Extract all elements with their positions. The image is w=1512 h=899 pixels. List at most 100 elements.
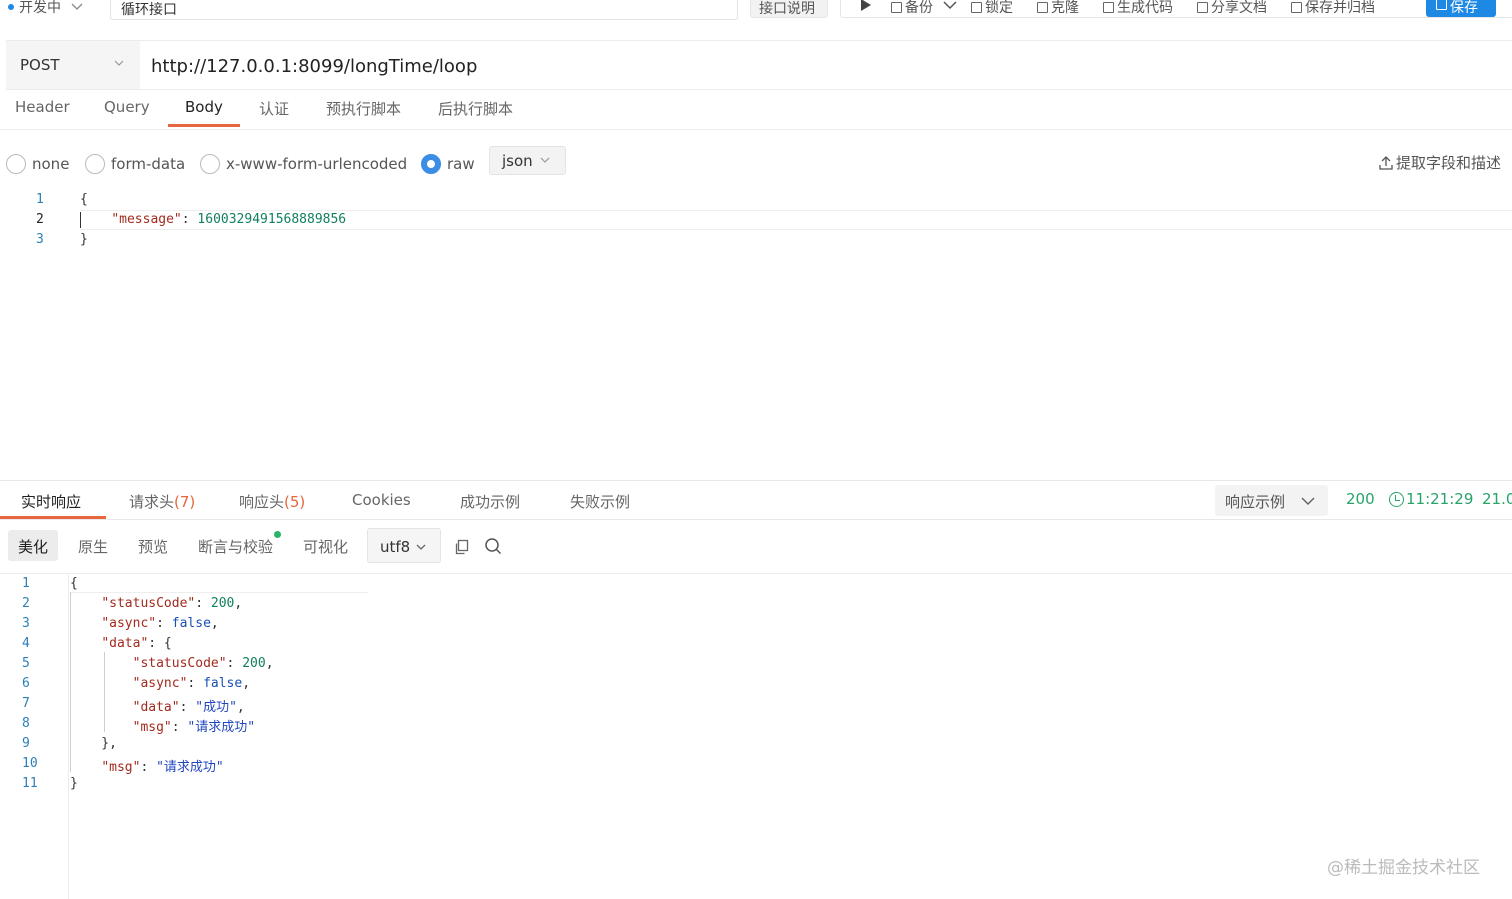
run-icon[interactable]: [861, 0, 871, 15]
chevron-down-icon: [416, 544, 426, 550]
view-raw[interactable]: 原生: [68, 530, 118, 561]
json-number: 200: [242, 656, 266, 671]
extract-fields-label: 提取字段和描述: [1396, 154, 1502, 172]
watermark: @稀土掘金技术社区: [1327, 858, 1480, 878]
json-boolean: false: [171, 616, 211, 631]
raw-format-select[interactable]: json: [489, 146, 566, 175]
active-tab-indicator: [168, 124, 240, 127]
radio-circle: [200, 154, 220, 174]
share-doc-button[interactable]: 分享文档: [1197, 0, 1267, 17]
tab-auth[interactable]: 认证: [259, 98, 289, 130]
lock-button[interactable]: 锁定: [971, 0, 1013, 17]
json-key: "data": [101, 636, 149, 651]
json-key: "message": [111, 212, 182, 227]
tab-success-example[interactable]: 成功示例: [460, 491, 520, 512]
radio-form-data-label: form-data: [111, 155, 186, 173]
tab-request-headers-label: 请求头: [129, 493, 175, 511]
code-line: "statusCode": 200,: [132, 656, 274, 671]
line-number: 9: [22, 736, 30, 751]
encoding-select[interactable]: utf8: [367, 528, 441, 563]
radio-urlencoded[interactable]: x-www-form-urlencoded: [200, 154, 407, 174]
url-input[interactable]: http://127.0.0.1:8099/longTime/loop: [140, 41, 1512, 89]
response-view-row: 美化 原生 预览 断言与校验 可视化 utf8: [0, 526, 1512, 574]
radio-circle: [6, 154, 26, 174]
backup-icon: [891, 1, 902, 13]
api-name-input[interactable]: 循环接口: [110, 0, 738, 20]
save-archive-button[interactable]: 保存并归档: [1291, 0, 1375, 17]
response-body-viewer[interactable]: 1 2 3 4 5 6 7 8 9 10 11 { "statusCode": …: [0, 574, 1512, 899]
json-key: "msg": [132, 720, 172, 735]
tab-pre-script[interactable]: 预执行脚本: [326, 98, 401, 130]
request-body-editor[interactable]: 1 2 3 { "message": 1600329491568889856 }: [0, 188, 1512, 478]
clone-button[interactable]: 克隆: [1037, 0, 1079, 17]
status-select[interactable]: 开发中: [8, 0, 104, 20]
tab-live-response[interactable]: 实时响应: [21, 491, 81, 512]
radio-raw-label: raw: [447, 155, 475, 173]
json-boolean: false: [203, 676, 243, 691]
copy-icon[interactable]: [454, 539, 470, 555]
line-number: 1: [22, 576, 30, 591]
response-time-value: 11:21:29: [1406, 490, 1474, 508]
generate-code-button[interactable]: 生成代码: [1103, 0, 1173, 17]
response-example-select[interactable]: 响应示例: [1215, 485, 1328, 516]
tab-cookies[interactable]: Cookies: [352, 491, 411, 509]
code-open-brace: {: [80, 192, 88, 207]
backup-dropdown-icon[interactable]: [943, 0, 957, 14]
code-line: "async": false,: [132, 676, 251, 691]
code-close-brace: }: [80, 232, 88, 247]
view-preview[interactable]: 预览: [128, 530, 178, 561]
code-line: "msg": "请求成功": [132, 720, 256, 735]
json-key: "msg": [101, 760, 141, 775]
tab-response-headers-label: 响应头: [239, 493, 285, 511]
gutter-divider: [68, 574, 69, 899]
lock-icon: [971, 1, 982, 13]
lock-label: 锁定: [985, 0, 1013, 16]
status-label: 开发中: [19, 0, 61, 16]
code-line: "async": false,: [101, 616, 219, 631]
code-open-brace: {: [70, 576, 78, 591]
api-doc-button[interactable]: 接口说明: [750, 0, 828, 18]
tab-response-headers[interactable]: 响应头(5): [239, 491, 305, 512]
radio-form-data[interactable]: form-data: [85, 154, 185, 174]
chevron-down-icon: [114, 60, 124, 66]
tab-post-script[interactable]: 后执行脚本: [438, 98, 513, 130]
json-number: 1600329491568889856: [197, 212, 347, 227]
code-line: "statusCode": 200,: [101, 596, 243, 611]
line-number: 8: [22, 716, 30, 731]
backup-button[interactable]: 备份: [891, 0, 933, 17]
json-key: "statusCode": [132, 656, 227, 671]
status-code: 200: [1346, 490, 1375, 508]
line-number: 4: [22, 636, 30, 651]
view-assertions[interactable]: 断言与校验: [188, 530, 283, 561]
search-icon[interactable]: [484, 537, 502, 555]
method-select[interactable]: POST: [6, 41, 140, 89]
status-dot: [8, 4, 14, 10]
text-caret: [80, 212, 81, 228]
tab-header[interactable]: Header: [15, 98, 70, 130]
tab-fail-example[interactable]: 失败示例: [570, 491, 630, 512]
json-string: "请求成功": [187, 720, 256, 735]
response-example-label: 响应示例: [1225, 493, 1286, 511]
chevron-down-icon: [540, 157, 550, 163]
line-number: 7: [22, 696, 30, 711]
url-bar: POST http://127.0.0.1:8099/longTime/loop: [6, 40, 1512, 90]
code-icon: [1103, 1, 1114, 13]
method-label: POST: [20, 56, 60, 74]
view-pretty[interactable]: 美化: [8, 530, 59, 561]
save-button[interactable]: 保存: [1426, 0, 1496, 17]
view-visualize[interactable]: 可视化: [293, 530, 358, 561]
tab-query[interactable]: Query: [104, 98, 150, 130]
tab-request-headers[interactable]: 请求头(7): [129, 491, 195, 512]
encoding-label: utf8: [380, 538, 411, 556]
radio-none[interactable]: none: [6, 154, 69, 174]
json-number: 200: [210, 596, 235, 611]
code-line: },: [70, 736, 117, 751]
extract-fields-button[interactable]: 提取字段和描述: [1378, 152, 1501, 173]
radio-circle: [85, 154, 105, 174]
line-number: 6: [22, 676, 30, 691]
radio-raw[interactable]: raw: [421, 154, 475, 174]
upload-icon: [1379, 155, 1393, 170]
action-toolbar: 备份 锁定 克隆 生成代码 分享文档 保存并归档: [840, 0, 1512, 18]
json-key: "async": [101, 616, 157, 631]
json-key: "data": [132, 700, 180, 715]
